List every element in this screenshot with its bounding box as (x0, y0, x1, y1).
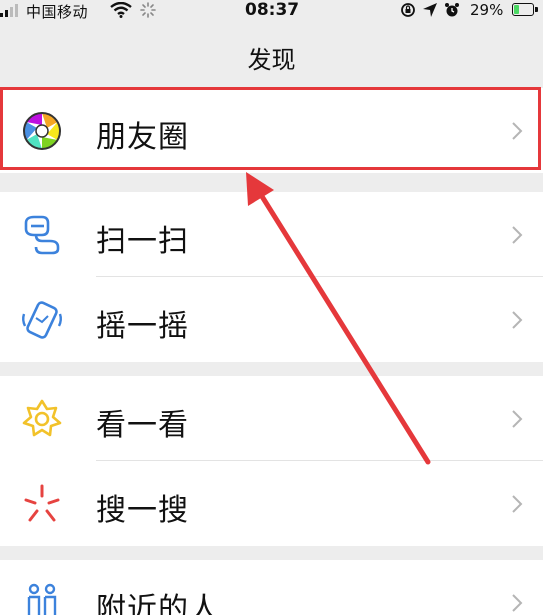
highlight-box (0, 87, 541, 170)
list-item-label: 扫一扫 (96, 224, 189, 259)
list-item-label: 搜一搜 (96, 493, 189, 528)
people-nearby-icon (27, 583, 57, 615)
status-bar: 中国移动 08:37 29% (0, 0, 543, 24)
battery-percent: 29% (470, 1, 504, 19)
list-item-label: 附近的人 (96, 592, 220, 615)
chevron-right-icon (512, 594, 523, 612)
list-item-top-stories[interactable]: 看一看 (0, 376, 543, 461)
scan-icon (24, 215, 60, 255)
chevron-right-icon (512, 495, 523, 513)
wifi-icon (110, 2, 132, 18)
group-scan-shake: 扫一扫 摇一摇 (0, 192, 543, 362)
chevron-right-icon (512, 410, 523, 428)
top-stories-icon (22, 399, 62, 437)
loading-icon (140, 2, 156, 18)
page-title: 发现 (247, 46, 296, 74)
battery-fill (514, 5, 519, 14)
carrier-name: 中国移动 (26, 3, 89, 21)
alarm-icon (445, 3, 459, 17)
chevron-right-icon (512, 311, 523, 329)
list-item-shake[interactable]: 摇一摇 (0, 277, 543, 362)
discover-screen: 中国移动 08:37 29% 发现 朋友圈 扫一扫 摇一摇 看一看 搜一搜 附近… (0, 0, 543, 615)
group-stories-search: 看一看 搜一搜 (0, 376, 543, 546)
shake-icon (22, 301, 62, 339)
group-nearby: 附近的人 (0, 560, 543, 615)
chevron-right-icon (512, 226, 523, 244)
list-item-search[interactable]: 搜一搜 (0, 461, 543, 546)
search-icon (24, 484, 60, 522)
battery-icon (512, 3, 538, 16)
signal-icon (0, 3, 18, 17)
list-item-label: 看一看 (96, 408, 189, 443)
orientation-lock-icon (401, 3, 415, 17)
location-icon (423, 3, 437, 17)
status-right-icons (400, 2, 460, 18)
status-time: 08:37 (245, 0, 300, 20)
list-item-nearby[interactable]: 附近的人 (0, 560, 543, 615)
list-item-scan[interactable]: 扫一扫 (0, 192, 543, 277)
list-item-label: 摇一摇 (96, 309, 189, 344)
